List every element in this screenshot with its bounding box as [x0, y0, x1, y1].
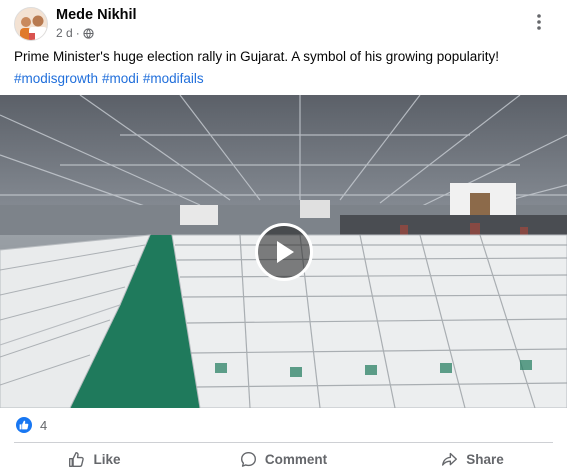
facebook-post: Mede Nikhil 2 d · Prime Minister's huge …	[0, 0, 567, 472]
author-name[interactable]: Mede Nikhil	[56, 7, 137, 23]
comment-label: Comment	[264, 452, 328, 467]
more-options-button[interactable]	[529, 12, 549, 32]
share-label: Share	[466, 452, 504, 467]
thumbs-up-icon	[69, 452, 85, 467]
play-button[interactable]	[255, 223, 313, 281]
like-icon	[16, 417, 32, 433]
post-meta: 2 d ·	[56, 26, 94, 40]
more-vertical-icon	[537, 14, 541, 30]
hashtag-link[interactable]: #modi	[102, 71, 139, 86]
play-icon	[277, 241, 294, 263]
hashtag-link[interactable]: #modifails	[143, 71, 204, 86]
like-button[interactable]: Like	[0, 447, 189, 472]
reaction-count: 4	[40, 417, 48, 433]
divider	[14, 442, 553, 443]
post-time[interactable]: 2 d	[56, 26, 73, 40]
video-player[interactable]	[0, 95, 567, 408]
author-avatar[interactable]	[14, 7, 48, 41]
avatar-image	[15, 8, 47, 40]
share-icon	[442, 452, 458, 466]
globe-icon	[83, 27, 94, 39]
hashtag-list: #modisgrowth #modi #modifails	[14, 71, 204, 86]
hashtag-link[interactable]: #modisgrowth	[14, 71, 98, 86]
comment-icon	[240, 452, 256, 467]
reaction-summary[interactable]: 4	[16, 417, 47, 433]
post-caption: Prime Minister's huge election rally in …	[14, 49, 500, 64]
post-action-bar: Like Comment Share	[0, 447, 567, 472]
share-button[interactable]: Share	[378, 447, 567, 472]
meta-separator: ·	[75, 26, 80, 40]
comment-button[interactable]: Comment	[189, 447, 378, 472]
like-label: Like	[93, 452, 121, 467]
